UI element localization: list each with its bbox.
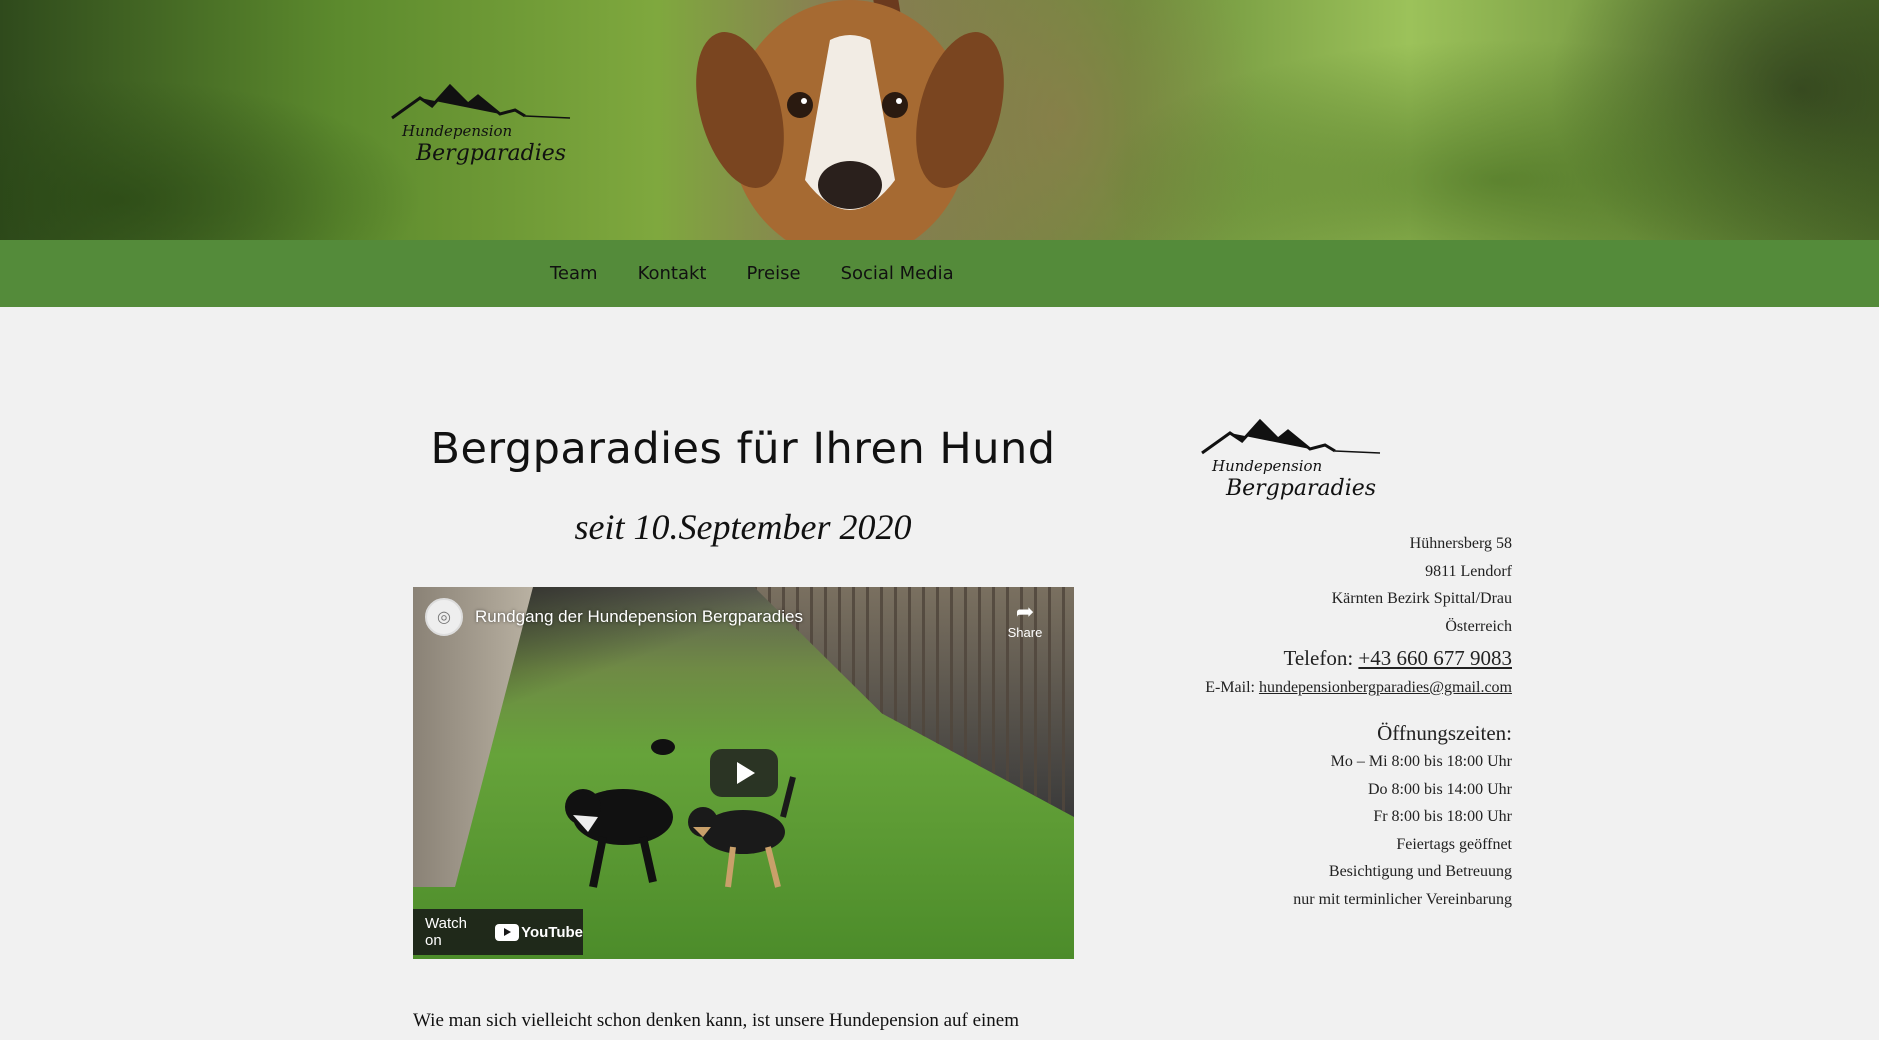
- play-icon: [737, 762, 755, 784]
- hours-line: Fr 8:00 bis 18:00 Uhr: [1373, 808, 1512, 825]
- nav-item-kontakt[interactable]: Kontakt: [638, 263, 707, 284]
- hours-line: Feiertags geöffnet: [1396, 835, 1512, 853]
- hours-line: nur mit terminlicher Vereinbarung: [1293, 890, 1512, 908]
- svg-text:Bergparadies: Bergparadies: [415, 141, 566, 166]
- svg-text:Hundepension: Hundepension: [1211, 457, 1322, 475]
- hours-line: Do 8:00 bis 14:00 Uhr: [1368, 780, 1512, 798]
- phone-link[interactable]: +43 660 677 9083: [1358, 646, 1512, 670]
- share-label: Share: [1007, 625, 1043, 640]
- watch-on-label: Watch on: [425, 915, 467, 949]
- nav-item-preise[interactable]: Preise: [746, 263, 800, 284]
- opening-hours-title: Öffnungszeiten:: [1377, 721, 1512, 745]
- video-dogs-image: [565, 739, 796, 888]
- main-navigation: Team Kontakt Preise Social Media: [0, 240, 1879, 307]
- youtube-video-embed[interactable]: ◎ Rundgang der Hundepension Bergparadies…: [413, 587, 1074, 959]
- share-icon: ➦: [1015, 599, 1035, 624]
- mountain-logo-icon: Hundepension Bergparadies: [391, 83, 571, 166]
- sidebar-logo: Hundepension Bergparadies: [1200, 405, 1400, 505]
- address-street: Hühnersberg 58: [1409, 535, 1512, 552]
- hero-logo[interactable]: Hundepension Bergparadies: [390, 70, 590, 170]
- page-subtitle: seit 10.September 2020: [574, 507, 912, 547]
- phone-line: Telefon: +43 660 677 9083: [1150, 642, 1512, 674]
- email-line: E-Mail: hundepensionbergparadies@gmail.c…: [1150, 674, 1512, 702]
- video-title[interactable]: Rundgang der Hundepension Bergparadies: [475, 607, 803, 627]
- share-button[interactable]: ➦ Share: [1000, 599, 1050, 640]
- svg-text:Bergparadies: Bergparadies: [1225, 476, 1376, 501]
- intro-paragraph: Wie man sich vielleicht schon denken kan…: [413, 1010, 1020, 1031]
- contact-sidebar: Hühnersberg 58 9811 Lendorf Kärnten Bezi…: [1150, 530, 1512, 913]
- hours-line: Besichtigung und Betreuung: [1328, 863, 1512, 880]
- video-top-bar: ◎ Rundgang der Hundepension Bergparadies: [413, 587, 1074, 647]
- address-region: Kärnten Bezirk Spittal/Drau: [1331, 590, 1512, 607]
- phone-label: Telefon:: [1283, 646, 1359, 670]
- mountain-logo-icon: Hundepension Bergparadies: [1201, 418, 1381, 501]
- watch-on-youtube-button[interactable]: Watch on YouTube: [413, 909, 583, 955]
- email-link[interactable]: hundepensionbergparadies@gmail.com: [1259, 679, 1512, 696]
- play-button[interactable]: [710, 749, 778, 797]
- youtube-logo-icon: YouTube: [495, 923, 583, 941]
- nav-item-social-media[interactable]: Social Media: [841, 263, 954, 284]
- nav-item-team[interactable]: Team: [550, 263, 598, 284]
- page-title: Bergparadies für Ihren Hund: [430, 424, 1056, 474]
- hero-banner: Hundepension Bergparadies: [0, 0, 1879, 240]
- channel-avatar[interactable]: ◎: [425, 598, 463, 636]
- address-city: 9811 Lendorf: [1425, 562, 1512, 580]
- hours-line: Mo – Mi 8:00 bis 18:00 Uhr: [1330, 753, 1512, 770]
- svg-text:Hundepension: Hundepension: [401, 122, 512, 140]
- dog-image: [696, 0, 1004, 240]
- address-country: Österreich: [1445, 617, 1512, 635]
- email-label: E-Mail:: [1205, 679, 1259, 696]
